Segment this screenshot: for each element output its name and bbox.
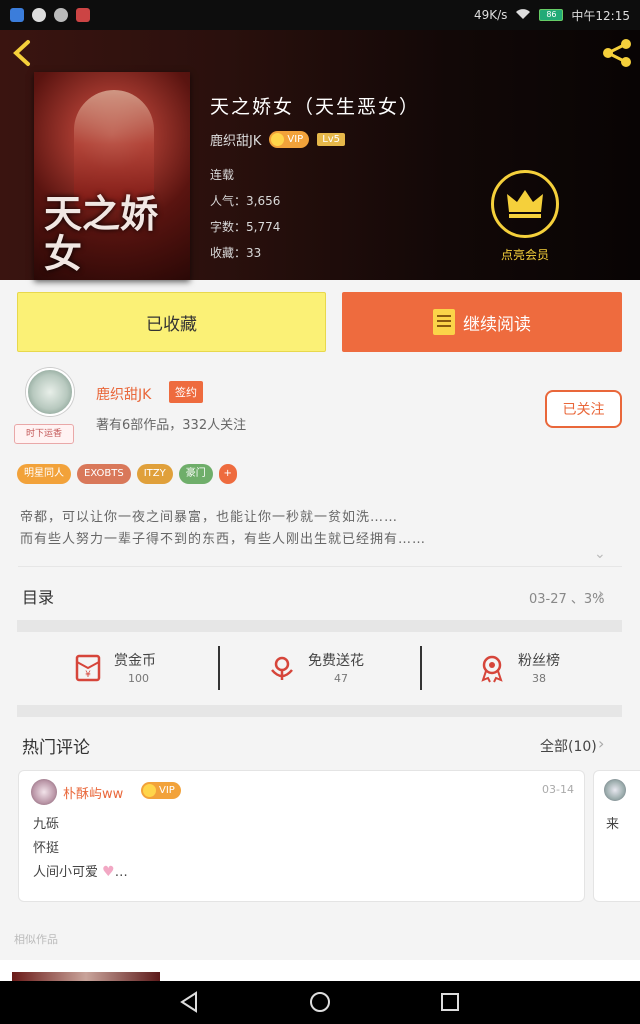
toc-progress[interactable]: 03-27 、3%	[529, 588, 605, 607]
heart-icon: ♥	[102, 864, 115, 880]
svg-text:¥: ¥	[85, 670, 91, 680]
fan-ranking-button[interactable]: 粉丝榜 38	[476, 646, 640, 692]
vip-icon	[271, 133, 285, 146]
nav-home-icon[interactable]	[309, 991, 331, 1013]
stat-divider	[218, 646, 220, 690]
comment-line: 九砾	[33, 817, 60, 832]
follow-button[interactable]: 已关注	[545, 390, 622, 428]
send-flower-button[interactable]: 免费送花 47	[266, 646, 466, 692]
reward-coins-button[interactable]: ¥ 赏金币 100	[72, 646, 272, 692]
commenter-vip-badge: VIP	[141, 782, 181, 799]
network-speed: 49K/s	[473, 8, 508, 22]
book-collections: 收藏：33	[210, 246, 262, 260]
vip-badge: VIP	[269, 131, 310, 148]
stat-label: 免费送花	[308, 653, 364, 669]
battery-icon: 86	[539, 9, 564, 21]
tag-list: 明星同人 EXOBTS ITZY 豪门 +	[17, 464, 237, 484]
avatar-frame-tag: 时下运香	[14, 424, 74, 444]
divider	[18, 566, 622, 567]
system-nav-bar	[0, 981, 640, 1024]
signed-badge: 签约	[169, 381, 203, 403]
flower-icon	[271, 656, 293, 680]
wifi-icon	[515, 8, 531, 23]
share-button[interactable]	[600, 36, 634, 70]
similar-works-label: 相似作品	[14, 933, 58, 946]
clock: 中午12:15	[571, 8, 630, 23]
author-row: 鹿织甜JK VIP Lv5	[210, 130, 346, 149]
shield-icon	[10, 8, 24, 22]
author-card-name[interactable]: 鹿织甜JK	[96, 384, 151, 404]
description-line-2: 而有些人努力一辈子得不到的东西，有些人刚出生就已经拥有……	[20, 532, 427, 547]
stat-value: 47	[334, 672, 348, 685]
book-icon	[433, 309, 455, 335]
add-tag-button[interactable]: +	[218, 464, 237, 484]
description-line-1: 帝都，可以让你一夜之间暴富，也能让你一秒就一贫如洗……	[20, 510, 399, 525]
nav-back-icon[interactable]	[178, 991, 200, 1013]
medal-icon	[481, 655, 503, 683]
comment-card[interactable]: 朴酥屿ww VIP 03-14 九砾 怀挺 人间小可爱 ♥…	[18, 770, 585, 902]
author-name[interactable]: 鹿织甜JK	[210, 130, 261, 149]
app-root: 49K/s 86 中午12:15 天之娇女 天之娇女（天生恶女） 鹿织甜JK V…	[0, 0, 640, 1024]
next-comment-text: 来	[606, 817, 620, 832]
book-status: 连载	[210, 168, 235, 182]
hot-comments-label: 热门评论	[22, 738, 90, 758]
stat-label: 赏金币	[114, 653, 156, 669]
wechat-icon	[54, 8, 68, 22]
continue-reading-label: 继续阅读	[463, 314, 531, 335]
comment-line: 怀挺	[33, 841, 60, 856]
commenter-avatar	[604, 779, 626, 801]
share-icon	[603, 39, 631, 67]
book-popularity: 人气：3,656	[210, 194, 281, 208]
expand-chevron-icon[interactable]: ⌄	[594, 546, 606, 562]
stat-value: 38	[532, 672, 546, 685]
membership-label: 点亮会员	[500, 248, 549, 262]
next-comment-card[interactable]: 来	[593, 770, 640, 902]
book-title: 天之娇女（天生恶女）	[210, 96, 421, 118]
cover-title-text: 天之娇女	[44, 191, 159, 276]
nav-recents-icon[interactable]	[440, 992, 460, 1012]
level-badge: Lv5	[317, 133, 346, 146]
collected-button[interactable]: 已收藏	[17, 292, 326, 352]
qq-icon	[32, 8, 46, 22]
status-bar: 49K/s 86 中午12:15	[0, 0, 640, 30]
tag-item[interactable]: 豪门	[178, 464, 213, 484]
back-button[interactable]	[10, 38, 40, 68]
vip-icon	[143, 784, 156, 797]
stat-label: 粉丝榜	[518, 653, 560, 669]
ellipsis-icon: …	[114, 865, 128, 880]
comment-line-3: 人间小可爱 ♥…	[33, 861, 128, 880]
author-avatar[interactable]	[26, 368, 74, 416]
comment-date: 03-14	[542, 783, 574, 796]
red-envelope-icon: ¥	[75, 654, 101, 682]
stat-value: 100	[128, 672, 149, 685]
author-card-subtitle: 著有6部作品，332人关注	[96, 418, 247, 433]
toc-label[interactable]: 目录	[22, 584, 54, 608]
tag-item[interactable]: 明星同人	[17, 464, 71, 484]
book-header: 天之娇女 天之娇女（天生恶女） 鹿织甜JK VIP Lv5 连载 人气：3,65…	[0, 30, 640, 280]
section-band	[17, 620, 622, 632]
tag-item[interactable]: EXOBTS	[77, 464, 131, 484]
all-comments-link[interactable]: 全部(10)	[540, 736, 597, 756]
tag-item[interactable]: ITZY	[136, 464, 173, 484]
stat-divider	[420, 646, 422, 690]
section-band	[17, 705, 622, 717]
membership-button[interactable]: 点亮会员	[491, 170, 559, 263]
crown-icon	[491, 170, 559, 238]
all-comments-chevron-icon[interactable]: ›	[598, 734, 604, 753]
commenter-avatar[interactable]	[31, 779, 57, 805]
toc-chevron-icon[interactable]: ›	[598, 584, 604, 603]
commenter-name[interactable]: 朴酥屿ww	[63, 783, 123, 802]
book-cover[interactable]: 天之娇女	[34, 72, 190, 280]
comment-line-text: 人间小可爱	[33, 865, 99, 880]
mail-icon	[76, 8, 90, 22]
continue-reading-button[interactable]: 继续阅读	[342, 292, 622, 352]
book-word-count: 字数：5,774	[210, 220, 281, 234]
